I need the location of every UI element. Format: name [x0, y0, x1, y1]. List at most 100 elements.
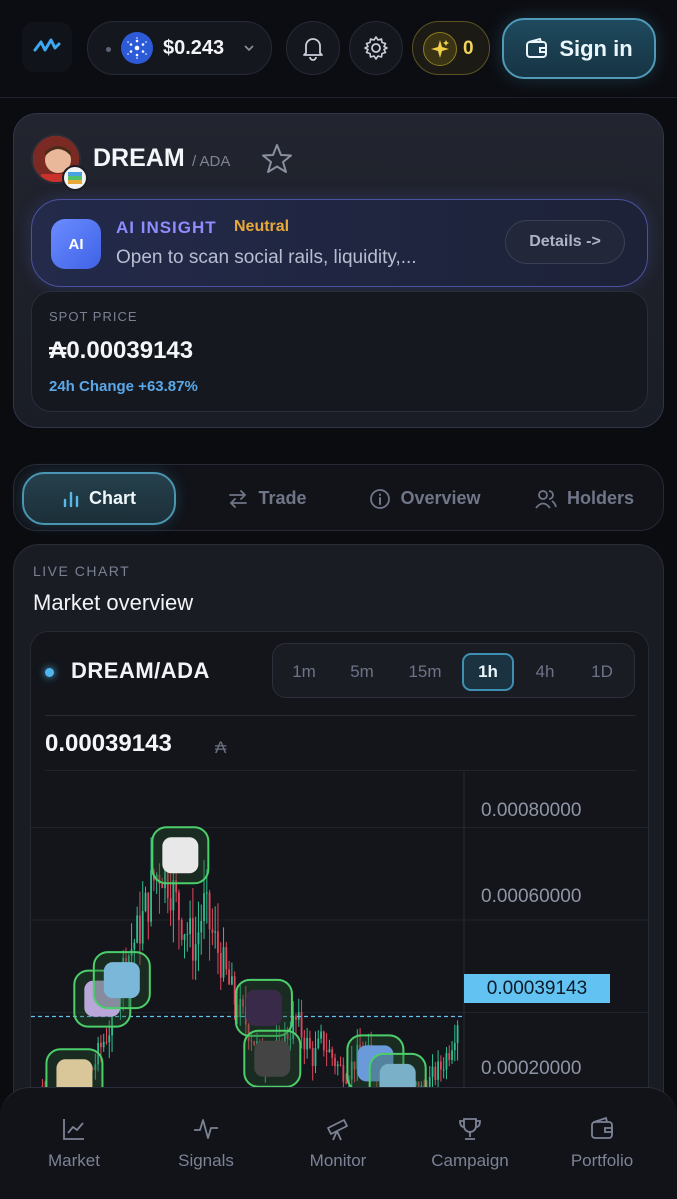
timeframe-4h[interactable]: 4h	[519, 653, 571, 691]
tab-holders[interactable]: Holders	[514, 472, 654, 525]
candle-body	[214, 931, 217, 933]
candle-body	[225, 947, 228, 970]
candle-body	[208, 892, 211, 930]
candle-body	[437, 1061, 439, 1080]
trade-marker-avatar	[162, 837, 199, 874]
candle-body	[336, 1064, 339, 1067]
candle-body	[205, 892, 208, 894]
sign-in-button[interactable]: Sign in	[502, 18, 656, 79]
candle-body	[141, 911, 144, 944]
candle-body	[183, 934, 186, 940]
notifications-button[interactable]	[286, 21, 340, 75]
nav-signals[interactable]: Signals	[151, 1116, 261, 1171]
candle-body	[317, 1038, 320, 1048]
gear-icon	[364, 36, 388, 60]
candle-body	[172, 880, 175, 911]
candle-body	[448, 1053, 451, 1060]
nav-monitor[interactable]: Monitor	[283, 1116, 393, 1171]
candle-body	[136, 915, 139, 943]
settings-button[interactable]	[349, 21, 403, 75]
candle-body	[434, 1066, 437, 1080]
swap-icon	[229, 489, 248, 508]
candle-body	[311, 1047, 314, 1066]
spot-price-value: ₳0.00039143	[49, 337, 194, 364]
candle-body	[325, 1050, 328, 1052]
points-button[interactable]: 0	[412, 21, 490, 75]
tab-trade-label: Trade	[258, 488, 307, 508]
timeframe-1m[interactable]: 1m	[278, 653, 330, 691]
candle-body	[331, 1049, 334, 1058]
bottom-nav: Market Signals Monitor Campaign Portfoli…	[0, 1087, 677, 1199]
details-button[interactable]: Details ->	[505, 220, 625, 264]
timeframe-15m[interactable]: 15m	[399, 653, 451, 691]
candle-body	[180, 920, 183, 940]
current-price-tag: 0.00039143	[464, 974, 610, 1003]
candle-body	[139, 915, 141, 944]
ada-price: $0.243	[163, 37, 225, 59]
sparkle-icon	[423, 32, 457, 66]
candle-body	[295, 1016, 297, 1020]
status-dot	[106, 47, 111, 52]
users-icon	[535, 489, 557, 509]
candle-body	[339, 1064, 342, 1066]
timeframe-1d[interactable]: 1D	[576, 653, 628, 691]
candle-body	[200, 921, 203, 933]
candle-body	[320, 1031, 322, 1039]
nav-signals-label: Signals	[178, 1151, 234, 1170]
divider	[45, 770, 636, 771]
candle-body	[189, 918, 191, 935]
nav-market[interactable]: Market	[19, 1116, 129, 1171]
quote-suffix: / ADA	[192, 153, 231, 170]
candle-body	[108, 1035, 111, 1043]
star-icon[interactable]	[260, 142, 294, 176]
tab-trade[interactable]: Trade	[192, 472, 342, 525]
nav-campaign-label: Campaign	[431, 1151, 509, 1170]
candle-body	[342, 1065, 345, 1082]
candle-body	[211, 929, 214, 933]
info-icon	[370, 488, 391, 509]
nav-monitor-label: Monitor	[309, 1151, 367, 1170]
tab-holders-label: Holders	[566, 488, 635, 508]
candle-body	[147, 892, 150, 922]
price-chart-panel: DREAM/ADA 1m 5m 15m 1h 4h 1D 0.00039143 …	[30, 631, 649, 1141]
tab-chart-label: Chart	[88, 488, 136, 508]
ai-insight-title: AI INSIGHT	[116, 218, 217, 237]
token-chain-badge	[62, 165, 88, 191]
candlestick-chart[interactable]	[31, 772, 649, 1141]
candle-body	[334, 1057, 336, 1067]
candle-body	[144, 892, 147, 912]
candle-body	[219, 952, 222, 978]
nav-portfolio[interactable]: Portfolio	[547, 1116, 657, 1171]
trade-marker-avatar	[254, 1040, 291, 1077]
spot-price-panel: SPOT PRICE ₳0.00039143 24h Change +63.87…	[31, 291, 648, 412]
nav-campaign[interactable]: Campaign	[415, 1116, 525, 1171]
24h-change: 24h Change +63.87%	[49, 378, 198, 395]
bar-chart-icon	[63, 491, 79, 507]
candle-body	[230, 976, 233, 985]
nav-portfolio-label: Portfolio	[570, 1151, 634, 1170]
token-card: DREAM / ADA AI AI INSIGHT Neutral Open t…	[13, 113, 664, 428]
last-price-unit: ₳	[215, 738, 227, 757]
ai-insight-panel[interactable]: AI AI INSIGHT Neutral Open to scan socia…	[31, 199, 648, 287]
sign-in-label: Sign in	[559, 35, 633, 61]
tab-overview-label: Overview	[400, 488, 481, 508]
timeframe-1h[interactable]: 1h	[462, 653, 514, 691]
candle-body	[303, 1037, 306, 1050]
wallet-icon	[526, 37, 548, 58]
tab-overview[interactable]: Overview	[350, 472, 500, 525]
candle-body	[451, 1050, 453, 1060]
timeframe-5m[interactable]: 5m	[336, 653, 388, 691]
line-chart-icon	[63, 1119, 84, 1140]
chart-card: LIVE CHART Market overview DREAM/ADA 1m …	[13, 544, 664, 1144]
tab-chart[interactable]: Chart	[22, 472, 176, 525]
candle-body	[314, 1047, 317, 1066]
live-chart-label: LIVE CHART	[33, 563, 131, 579]
points-count: 0	[463, 38, 474, 59]
candle-body	[222, 947, 225, 978]
ada-price-selector[interactable]: $0.243	[87, 21, 272, 75]
market-overview-title: Market overview	[33, 590, 194, 615]
app-logo[interactable]	[22, 22, 72, 72]
y-axis-tick: 0.00080000	[481, 800, 582, 821]
candle-body	[445, 1053, 448, 1070]
candle-body	[217, 931, 219, 953]
